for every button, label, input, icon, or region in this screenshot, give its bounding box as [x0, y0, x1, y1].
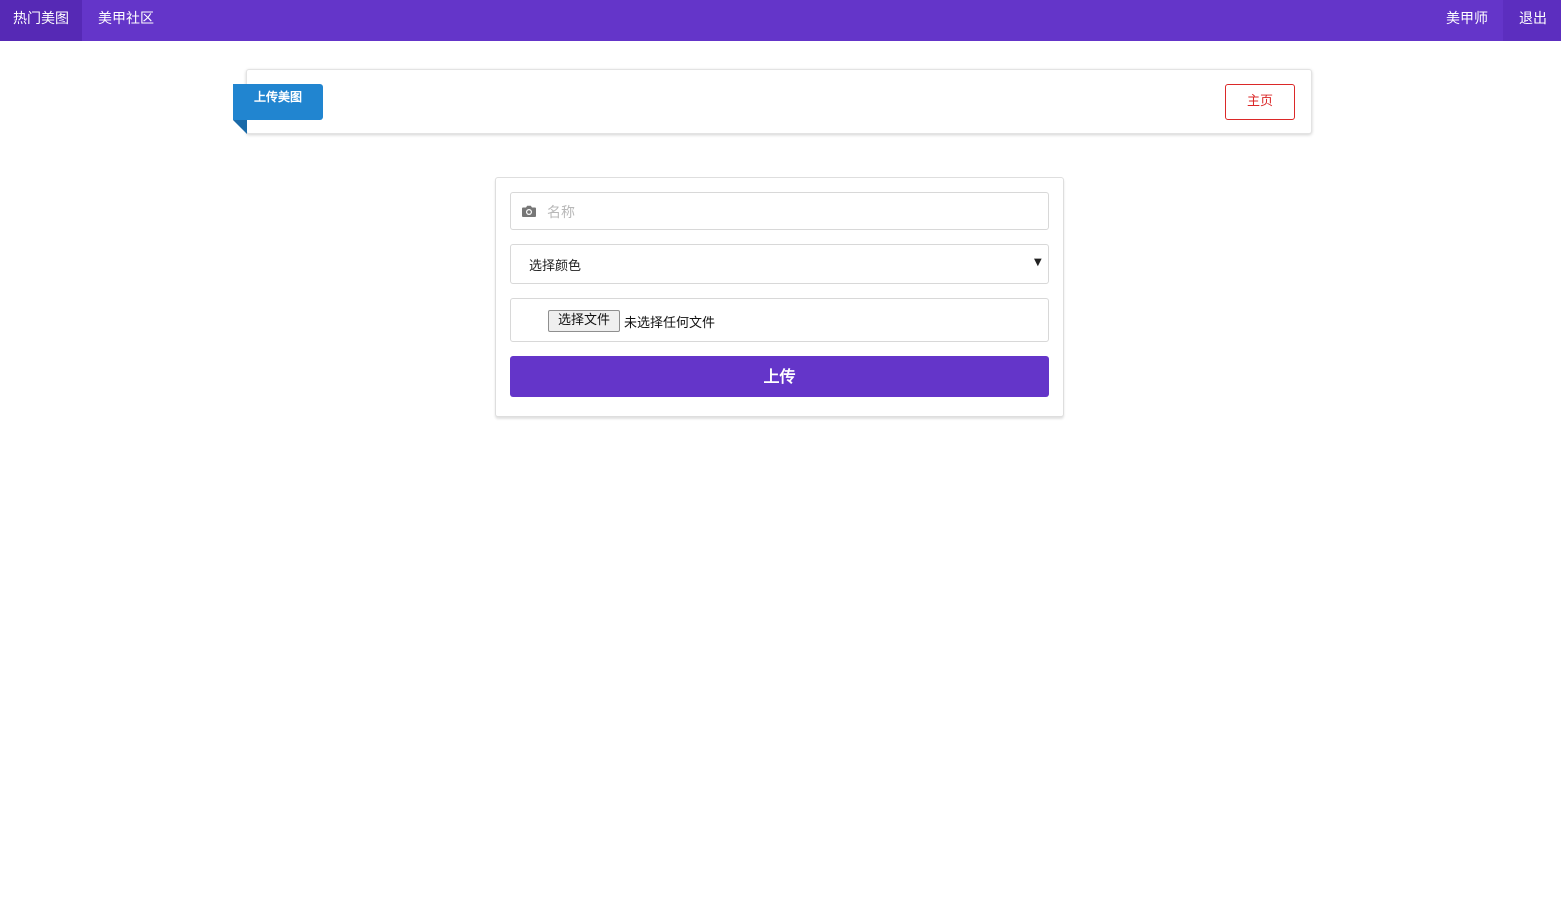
nav-item-hot-pictures[interactable]: 热门美图 [0, 0, 82, 41]
choose-file-button[interactable]: 选择文件 [548, 310, 620, 332]
home-button[interactable]: 主页 [1225, 84, 1295, 120]
color-select-value: 选择颜色 [529, 259, 582, 274]
nav-item-logout[interactable]: 退出 [1503, 0, 1561, 41]
ribbon-fold [233, 120, 247, 134]
nav-item-manicurist[interactable]: 美甲师 [1431, 0, 1503, 41]
header-card [246, 69, 1312, 134]
top-nav-right: 美甲师 退出 [1431, 0, 1561, 41]
color-select[interactable] [510, 244, 1049, 284]
upload-button[interactable]: 上传 [510, 356, 1049, 397]
camera-icon [522, 205, 536, 217]
name-input[interactable] [510, 192, 1049, 230]
page-title-ribbon: 上传美图 [233, 84, 323, 120]
name-placeholder: 名称 [547, 205, 575, 221]
top-nav: 热门美图 美甲社区 美甲师 退出 [0, 0, 1561, 41]
chevron-down-icon: ▼ [1034, 257, 1042, 268]
file-status-text: 未选择任何文件 [624, 316, 716, 331]
top-nav-left: 热门美图 美甲社区 [0, 0, 170, 41]
nav-item-community[interactable]: 美甲社区 [82, 0, 170, 41]
